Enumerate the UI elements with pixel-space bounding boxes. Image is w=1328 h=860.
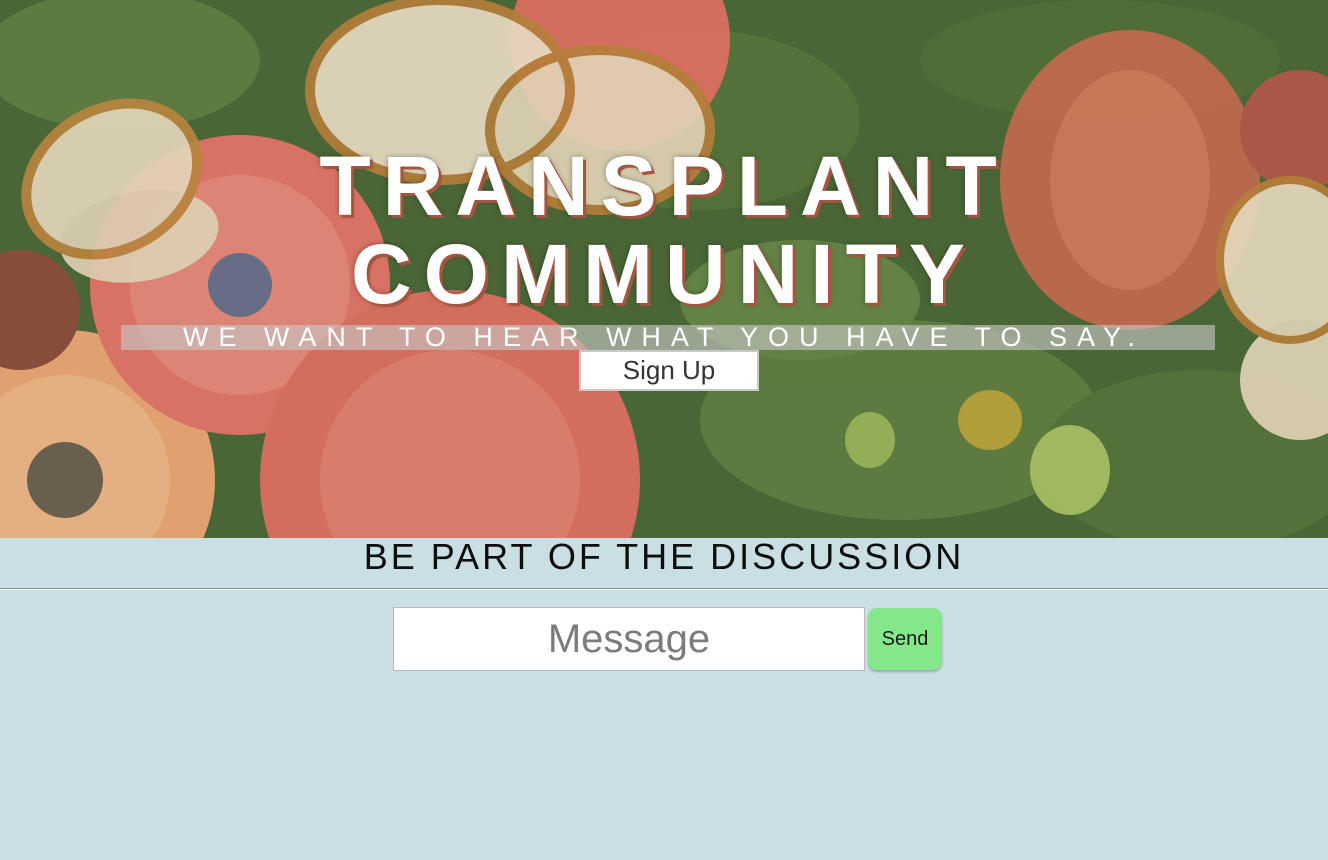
discussion-section: BE PART OF THE DISCUSSION Send <box>0 538 1328 860</box>
hero-tagline: WE WANT TO HEAR WHAT YOU HAVE TO SAY. <box>182 322 1146 352</box>
hero-title-line-2: COMMUNITY <box>351 227 977 321</box>
hero-banner: TRANSPLANT COMMUNITY WE WANT TO HEAR WHA… <box>0 0 1328 538</box>
message-input[interactable] <box>393 607 865 671</box>
hero-title: TRANSPLANT COMMUNITY <box>0 142 1328 318</box>
discussion-heading: BE PART OF THE DISCUSSION <box>363 536 965 577</box>
divider <box>0 588 1328 590</box>
hero-title-line-1: TRANSPLANT <box>319 139 1009 233</box>
send-button[interactable]: Send <box>868 608 942 670</box>
sign-up-button[interactable]: Sign Up <box>579 350 759 391</box>
